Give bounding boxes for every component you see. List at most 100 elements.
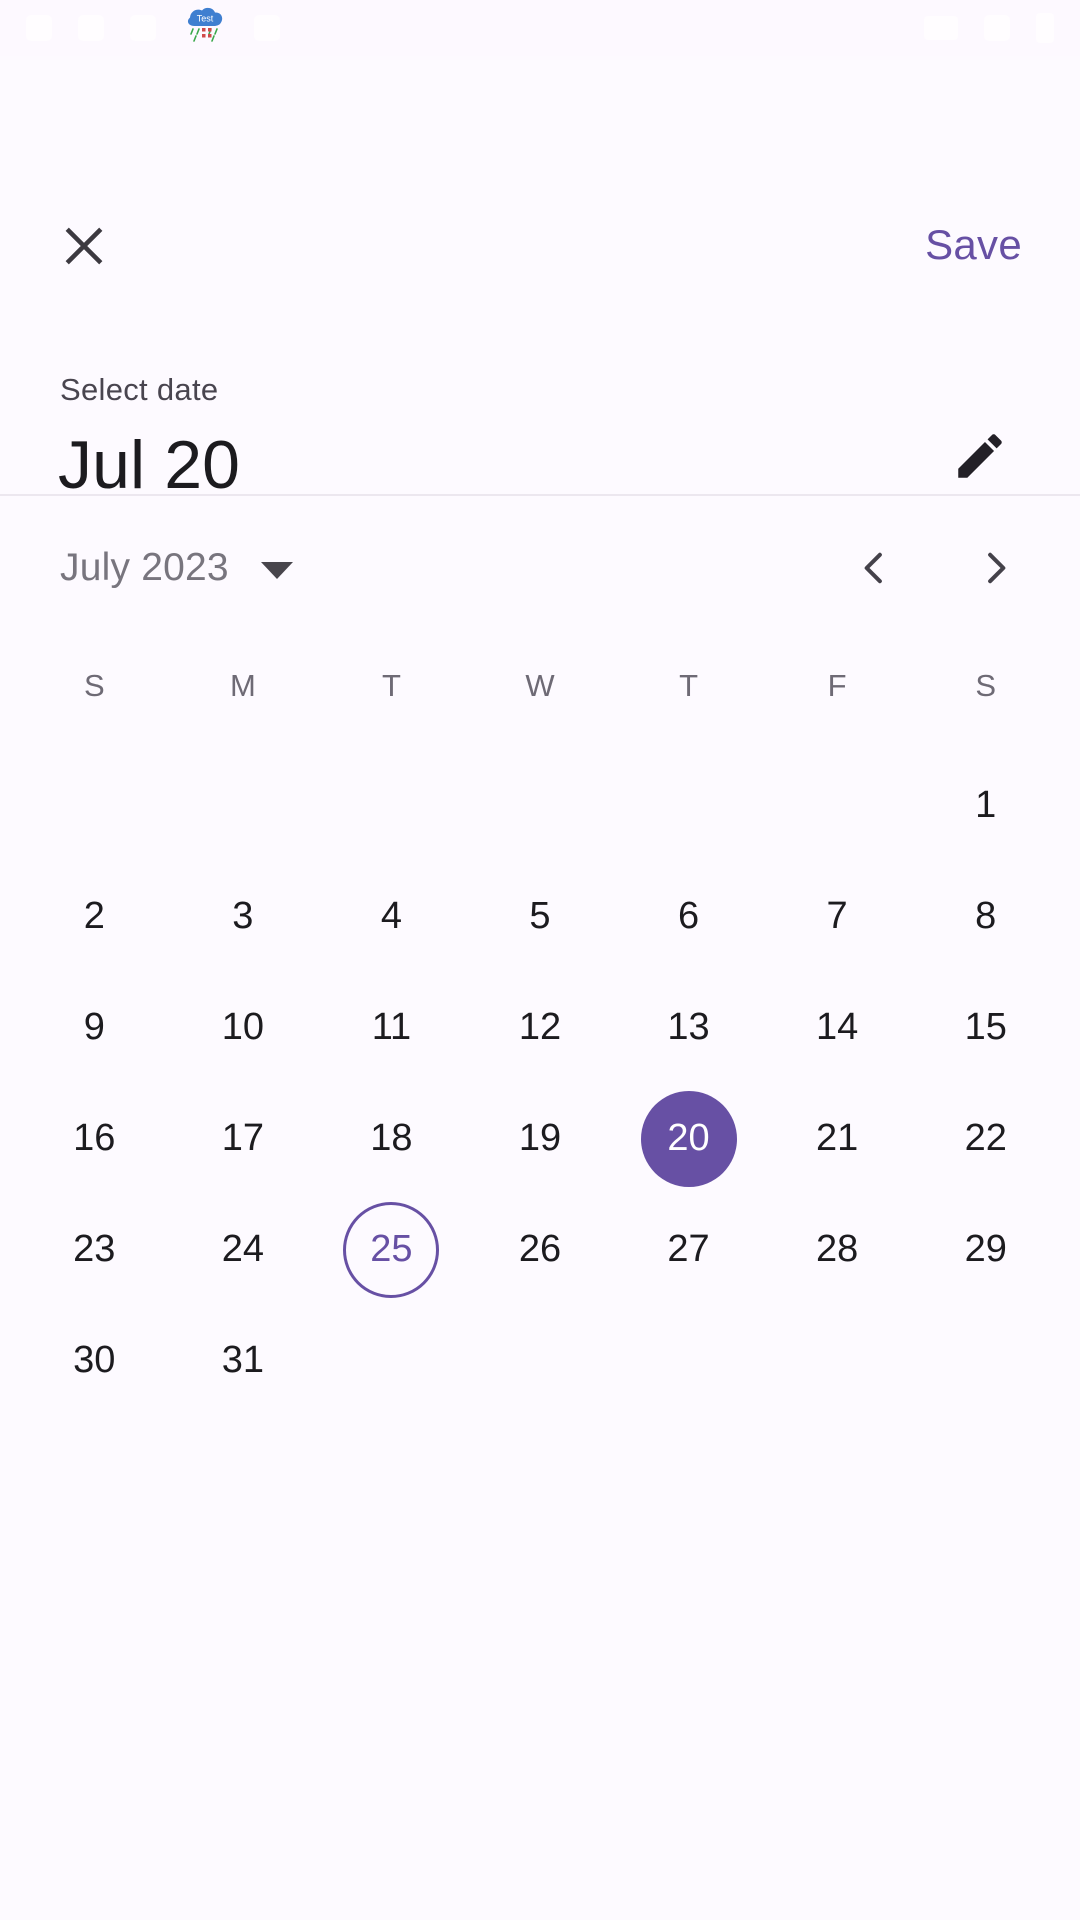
day-3[interactable]: 3 — [195, 869, 291, 965]
day-24[interactable]: 24 — [195, 1202, 291, 1298]
day-11[interactable]: 11 — [343, 980, 439, 1076]
ghost-icon-2 — [78, 15, 104, 41]
status-bar: Test — [0, 0, 1080, 56]
date-picker-screen: Test Save Select date Jul 20 July 2023 S… — [0, 0, 1080, 1920]
day-cell: 24 — [169, 1194, 318, 1305]
day-cell: 8 — [911, 861, 1060, 972]
day-cell: 17 — [169, 1083, 318, 1194]
supporting-text: Select date — [60, 372, 219, 407]
signal-icon — [984, 15, 1010, 41]
day-cell: 14 — [763, 972, 912, 1083]
day-cell: 31 — [169, 1305, 318, 1416]
day-31[interactable]: 31 — [195, 1313, 291, 1409]
edit-date-button[interactable] — [932, 408, 1028, 504]
weekday-label-4: T — [679, 668, 699, 703]
day-cell: 19 — [466, 1083, 615, 1194]
day-cell: 10 — [169, 972, 318, 1083]
day-cell: 28 — [763, 1194, 912, 1305]
day-cell: 22 — [911, 1083, 1060, 1194]
day-cell: 27 — [614, 1194, 763, 1305]
day-cell: 21 — [763, 1083, 912, 1194]
day-20[interactable]: 20 — [640, 1090, 737, 1187]
day-cell: 13 — [614, 972, 763, 1083]
day-cell: 7 — [763, 861, 912, 972]
svg-text:Test: Test — [197, 14, 214, 24]
day-13[interactable]: 13 — [641, 980, 737, 1076]
day-14[interactable]: 14 — [789, 980, 885, 1076]
day-cell: 16 — [20, 1083, 169, 1194]
day-18[interactable]: 18 — [343, 1091, 439, 1187]
status-bar-left: Test — [26, 7, 280, 49]
ghost-icon-1 — [26, 15, 52, 41]
calendar-controls: July 2023 — [0, 498, 1080, 638]
save-button[interactable]: Save — [919, 208, 1028, 282]
chevron-left-icon — [852, 546, 896, 590]
day-30[interactable]: 30 — [46, 1313, 142, 1409]
next-month-button[interactable] — [952, 524, 1040, 612]
day-9[interactable]: 9 — [46, 980, 142, 1076]
day-27[interactable]: 27 — [641, 1202, 737, 1298]
day-2[interactable]: 2 — [46, 869, 142, 965]
ghost-icon-4 — [254, 15, 280, 41]
wifi-icon — [924, 16, 958, 40]
weekday-label-3: W — [525, 668, 555, 703]
day-25[interactable]: 25 — [343, 1201, 440, 1298]
day-cell: 20 — [614, 1083, 763, 1194]
previous-month-button[interactable] — [830, 524, 918, 612]
day-6[interactable]: 6 — [641, 869, 737, 965]
month-year-selector[interactable]: July 2023 — [48, 524, 305, 612]
weekday-label-2: T — [381, 668, 401, 703]
day-cell: 15 — [911, 972, 1060, 1083]
day-cell: 4 — [317, 861, 466, 972]
day-5[interactable]: 5 — [492, 869, 588, 965]
month-year-label: July 2023 — [60, 546, 229, 589]
day-26[interactable]: 26 — [492, 1202, 588, 1298]
calendar-body: July 2023 SMTWTFS 1 2 3 4 5 6 7 8 9 10 11 12 — [0, 498, 1080, 1920]
chevron-down-icon — [260, 561, 293, 579]
weekday-label-5: F — [827, 668, 847, 703]
date-picker-header: Save Select date Jul 20 — [0, 56, 1080, 503]
day-cell: 9 — [20, 972, 169, 1083]
day-10[interactable]: 10 — [195, 980, 291, 1076]
day-16[interactable]: 16 — [46, 1091, 142, 1187]
weekday-label-6: S — [975, 668, 997, 703]
close-button[interactable] — [44, 206, 124, 286]
weekday-label-0: S — [83, 668, 105, 703]
day-22[interactable]: 22 — [938, 1091, 1034, 1187]
day-19[interactable]: 19 — [492, 1091, 588, 1187]
day-cell: 18 — [317, 1083, 466, 1194]
day-cell: 3 — [169, 861, 318, 972]
day-4[interactable]: 4 — [343, 869, 439, 965]
day-cell: 2 — [20, 861, 169, 972]
day-12[interactable]: 12 — [492, 980, 588, 1076]
day-cell: 25 — [317, 1194, 466, 1305]
close-icon — [58, 220, 110, 272]
chevron-right-icon — [974, 546, 1018, 590]
day-8[interactable]: 8 — [938, 869, 1034, 965]
day-cell: 26 — [466, 1194, 615, 1305]
day-7[interactable]: 7 — [789, 869, 885, 965]
weekday-label-1: M — [229, 668, 256, 703]
day-17[interactable]: 17 — [195, 1091, 291, 1187]
day-cell: 5 — [466, 861, 615, 972]
day-21[interactable]: 21 — [789, 1091, 885, 1187]
battery-icon — [1036, 13, 1054, 43]
day-15[interactable]: 15 — [938, 980, 1034, 1076]
ghost-icon-3 — [130, 15, 156, 41]
day-28[interactable]: 28 — [789, 1202, 885, 1298]
cloud-test-notification-icon: Test — [182, 7, 228, 49]
status-bar-right — [924, 13, 1054, 43]
day-cell: 11 — [317, 972, 466, 1083]
pencil-edit-icon — [951, 427, 1009, 485]
day-cell: 29 — [911, 1194, 1060, 1305]
day-29[interactable]: 29 — [938, 1202, 1034, 1298]
day-23[interactable]: 23 — [46, 1202, 142, 1298]
day-cell: 6 — [614, 861, 763, 972]
headline-date: Jul 20 — [58, 427, 241, 503]
day-cell: 30 — [20, 1305, 169, 1416]
weekday-header-row: SMTWTFS — [0, 656, 1080, 716]
day-cell: 23 — [20, 1194, 169, 1305]
day-grid: 1 2 3 4 5 6 7 8 9 10 11 12 13 14 15 16 17 18 19 20 21 22 23 24 2… — [0, 750, 1080, 1416]
day-cell: 12 — [466, 972, 615, 1083]
day-1[interactable]: 1 — [938, 758, 1034, 854]
